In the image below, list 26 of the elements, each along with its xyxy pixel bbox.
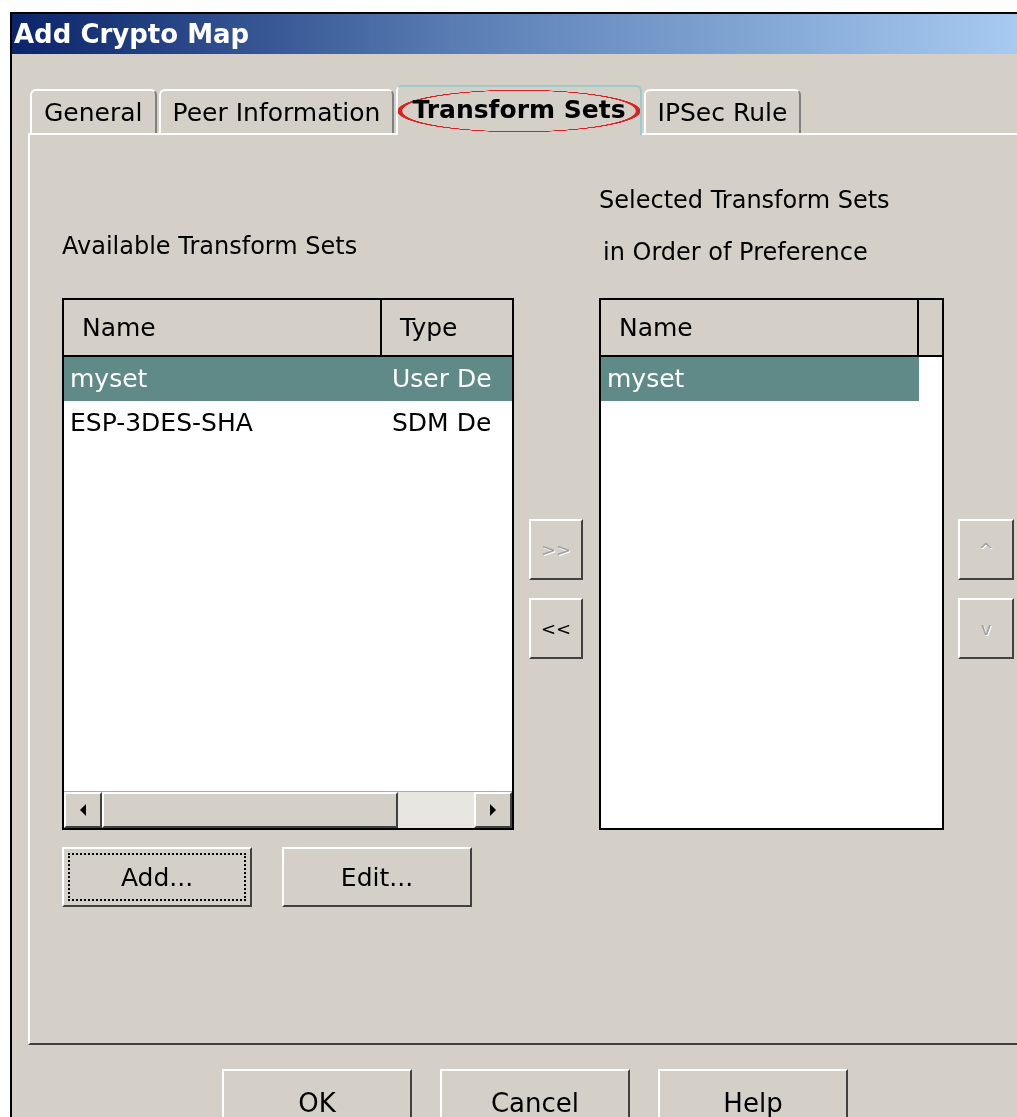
horizontal-scrollbar[interactable] <box>64 791 512 828</box>
tab[interactable]: General <box>30 89 157 133</box>
left-arrow-icon <box>79 804 87 816</box>
tab[interactable]: IPSec Rule <box>643 89 802 133</box>
list-label: in Order of Preference <box>603 237 868 267</box>
list-button[interactable]: Edit... <box>282 847 472 907</box>
tab[interactable]: Transform Sets <box>396 85 642 135</box>
column-header[interactable]: Type <box>382 300 512 357</box>
move-button[interactable]: << <box>529 598 583 659</box>
dialog-button[interactable]: Cancel <box>440 1069 630 1117</box>
column-header[interactable]: Name <box>64 300 382 357</box>
selected-list[interactable]: Name myset <box>599 298 944 830</box>
list-row[interactable]: ESP-3DES-SHA SDM De <box>64 401 512 445</box>
list-button[interactable]: Add... <box>62 847 252 907</box>
column-header[interactable] <box>919 300 942 357</box>
column-header[interactable]: Name <box>601 300 919 357</box>
right-arrow-icon <box>489 804 497 816</box>
list-row[interactable]: myset User De <box>64 357 512 401</box>
tab[interactable]: Peer Information <box>158 89 395 133</box>
list-row[interactable]: myset <box>601 357 919 401</box>
dialog-button[interactable]: Help <box>658 1069 848 1117</box>
dialog-button[interactable]: OK <box>222 1069 412 1117</box>
available-list[interactable]: Name Type myset User De ESP-3DES-SHA SDM De <box>62 298 514 830</box>
list-label: Selected Transform Sets <box>599 185 890 215</box>
window-title: Add Crypto Map <box>12 14 1017 54</box>
list-label: Available Transform Sets <box>62 231 358 261</box>
